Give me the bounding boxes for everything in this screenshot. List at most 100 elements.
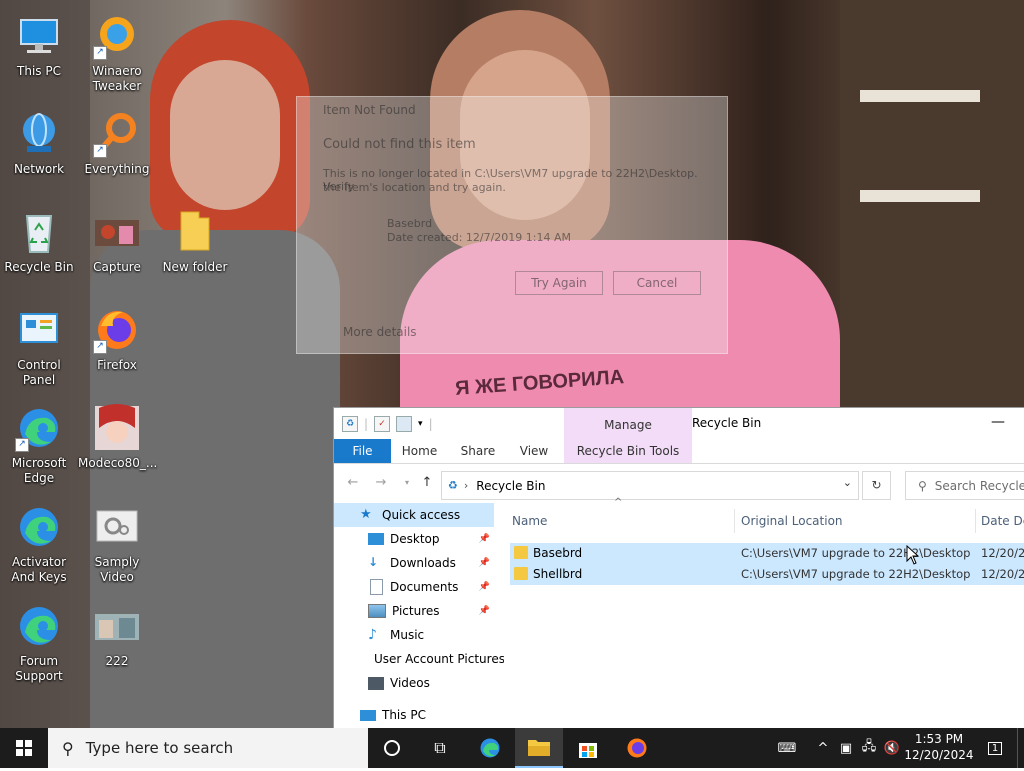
tab-view[interactable]: View bbox=[508, 439, 560, 463]
desktop-icon-everything[interactable]: ↗ Everything bbox=[78, 110, 156, 177]
column-separator[interactable] bbox=[734, 509, 735, 533]
sidebar-item-label: Music bbox=[390, 628, 425, 642]
folder-icon bbox=[514, 546, 528, 559]
customize-qat-icon[interactable]: ▾ bbox=[418, 419, 423, 429]
taskbar-search-box[interactable]: ⚲ Type here to search bbox=[48, 728, 368, 768]
desktop-icon-new-folder[interactable]: New folder bbox=[156, 208, 234, 275]
sidebar-item-quick-access[interactable]: ★ Quick access bbox=[334, 503, 494, 527]
tab-recycle-bin-tools[interactable]: Recycle Bin Tools bbox=[564, 439, 692, 463]
more-details-toggle[interactable]: More details bbox=[343, 325, 417, 339]
file-name: Basebrd bbox=[533, 546, 583, 560]
show-desktop-button[interactable] bbox=[1017, 728, 1024, 768]
sidebar-item-music[interactable]: ♪ Music bbox=[334, 623, 494, 647]
notification-badge: 1 bbox=[987, 741, 1003, 755]
show-hidden-icons-chevron-icon[interactable]: ^ bbox=[812, 728, 834, 768]
pin-icon: 📌 bbox=[478, 606, 490, 616]
back-arrow-icon[interactable]: ← bbox=[344, 473, 362, 493]
desktop-icon-samply-video[interactable]: Samply Video bbox=[78, 503, 156, 585]
desktop-icon-label: Firefox bbox=[97, 358, 137, 372]
sidebar-item-user-account-pictures[interactable]: User Account Pictures bbox=[334, 647, 504, 671]
ribbon-tabs: File Home Share View Recycle Bin Tools bbox=[334, 439, 1024, 464]
sidebar-item-this-pc[interactable]: This PC bbox=[334, 703, 494, 727]
tab-home[interactable]: Home bbox=[391, 439, 448, 463]
taskbar-firefox-button[interactable] bbox=[613, 728, 661, 768]
winaero-tweaker-icon: ↗ bbox=[93, 12, 141, 60]
quick-access-toolbar: ♻ | ✓ ▾ | bbox=[342, 416, 433, 432]
desktop-icon-activator-and-keys[interactable]: Activator And Keys bbox=[0, 503, 78, 585]
cortana-circle-icon bbox=[384, 740, 400, 756]
this-pc-icon bbox=[15, 12, 63, 60]
search-icon: ⚲ bbox=[918, 478, 927, 493]
search-placeholder: Search Recycle Bin bbox=[934, 478, 1024, 493]
sidebar-item-label: Pictures bbox=[392, 604, 440, 618]
this-pc-icon bbox=[360, 709, 376, 721]
address-bar[interactable]: ♻ › Recycle Bin ⌄ bbox=[441, 471, 859, 500]
start-button[interactable] bbox=[0, 728, 48, 768]
keyboard-icon[interactable]: ⌨ bbox=[770, 728, 804, 768]
title-bar[interactable]: ♻ | ✓ ▾ | Manage Recycle Bin — bbox=[334, 408, 1024, 439]
minimize-button[interactable]: — bbox=[981, 408, 1015, 439]
desktop-icon-modeco80[interactable]: Modeco80_... bbox=[78, 404, 157, 471]
dialog-item-name: Basebrd bbox=[387, 217, 433, 230]
cancel-button[interactable]: Cancel bbox=[613, 271, 701, 295]
file-list: ^ Name Original Location Date Deleted Ba… bbox=[504, 497, 1024, 729]
forward-arrow-icon[interactable]: → bbox=[372, 473, 390, 493]
network-tray-icon[interactable]: 🖧 bbox=[858, 728, 880, 768]
folder-icon bbox=[514, 567, 528, 580]
try-again-button[interactable]: Try Again bbox=[515, 271, 603, 295]
desktop-icon-winaero-tweaker[interactable]: ↗ Winaero Tweaker bbox=[78, 12, 156, 94]
sidebar-item-pictures[interactable]: Pictures 📌 bbox=[334, 599, 494, 623]
up-arrow-icon[interactable]: ↑ bbox=[418, 473, 436, 493]
edge-icon bbox=[15, 602, 63, 650]
task-view-button[interactable]: ⧉ bbox=[416, 728, 464, 768]
taskbar-file-explorer-button[interactable] bbox=[515, 728, 563, 768]
desktop-icon-this-pc[interactable]: This PC bbox=[0, 12, 78, 79]
sidebar-item-label: User Account Pictures bbox=[374, 652, 504, 666]
shortcut-arrow-icon: ↗ bbox=[93, 144, 107, 158]
pin-icon: 📌 bbox=[478, 582, 490, 592]
desktop-icon-control-panel[interactable]: Control Panel bbox=[0, 306, 78, 388]
desktop-icon-firefox[interactable]: ↗ Firefox bbox=[78, 306, 156, 373]
sidebar-item-documents[interactable]: Documents 📌 bbox=[334, 575, 494, 599]
desktop-icon-222[interactable]: 222 bbox=[78, 602, 156, 669]
column-header-date-deleted[interactable]: Date Deleted bbox=[981, 509, 1024, 533]
network-icon bbox=[15, 110, 63, 158]
breadcrumb-recycle-bin[interactable]: Recycle Bin bbox=[476, 479, 545, 493]
tab-share[interactable]: Share bbox=[451, 439, 505, 463]
desktop-icon-recycle-bin[interactable]: Recycle Bin bbox=[0, 208, 78, 275]
desktop-icon-forum-support[interactable]: Forum Support bbox=[0, 602, 78, 684]
search-input[interactable]: ⚲ Search Recycle Bin bbox=[905, 471, 1024, 500]
refresh-icon[interactable]: ↻ bbox=[862, 471, 891, 500]
system-clock[interactable]: 1:53 PM 12/20/2024 bbox=[900, 731, 978, 763]
windows-logo-icon bbox=[16, 740, 32, 756]
tab-file[interactable]: File bbox=[334, 439, 391, 463]
desktop-icon-microsoft-edge[interactable]: ↗ Microsoft Edge bbox=[0, 404, 78, 486]
firefox-icon: ↗ bbox=[93, 306, 141, 354]
task-view-icon: ⧉ bbox=[434, 738, 446, 757]
column-header-original-location[interactable]: Original Location bbox=[741, 509, 843, 533]
volume-muted-icon[interactable]: 🔇 bbox=[882, 728, 902, 768]
table-row[interactable]: Shellbrd C:\Users\VM7 upgrade to 22H2\De… bbox=[510, 564, 1024, 585]
desktop-icon-capture[interactable]: Capture bbox=[78, 208, 156, 275]
column-separator[interactable] bbox=[975, 509, 976, 533]
desktop-icon-network[interactable]: Network bbox=[0, 110, 78, 177]
taskbar-store-button[interactable] bbox=[564, 728, 612, 768]
address-dropdown-icon[interactable]: ⌄ bbox=[843, 476, 852, 489]
meet-now-icon[interactable]: ▣ bbox=[836, 728, 856, 768]
column-header-name[interactable]: Name bbox=[512, 509, 547, 533]
new-folder-qat-icon[interactable] bbox=[396, 416, 413, 432]
desktop-icon-label: Recycle Bin bbox=[4, 260, 74, 274]
sidebar-item-label: Documents bbox=[390, 580, 459, 594]
sidebar-item-desktop[interactable]: Desktop 📌 bbox=[334, 527, 494, 551]
shortcut-arrow-icon: ↗ bbox=[93, 46, 107, 60]
desktop-icon-label: Network bbox=[13, 162, 65, 176]
sidebar-item-videos[interactable]: Videos bbox=[334, 671, 494, 695]
table-row[interactable]: Basebrd C:\Users\VM7 upgrade to 22H2\Des… bbox=[510, 543, 1024, 564]
sidebar-item-downloads[interactable]: ↓ Downloads 📌 bbox=[334, 551, 494, 575]
cortana-button[interactable] bbox=[368, 728, 416, 768]
taskbar-edge-button[interactable] bbox=[466, 728, 514, 768]
notification-center-icon[interactable]: 1 bbox=[982, 728, 1008, 768]
properties-icon[interactable]: ✓ bbox=[374, 416, 391, 432]
recent-locations-icon[interactable]: ▾ bbox=[398, 473, 416, 493]
desktop-icon-label: Control Panel bbox=[17, 358, 61, 387]
